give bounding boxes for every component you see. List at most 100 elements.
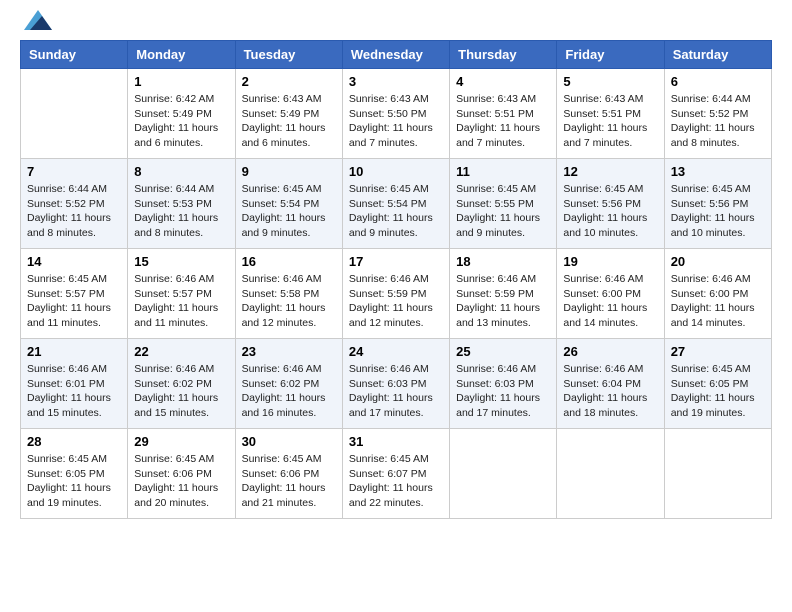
day-number: 5 bbox=[563, 74, 657, 89]
calendar-cell: 2Sunrise: 6:43 AMSunset: 5:49 PMDaylight… bbox=[235, 69, 342, 159]
calendar-cell: 27Sunrise: 6:45 AMSunset: 6:05 PMDayligh… bbox=[664, 339, 771, 429]
day-number: 7 bbox=[27, 164, 121, 179]
weekday-header-row: SundayMondayTuesdayWednesdayThursdayFrid… bbox=[21, 41, 772, 69]
day-number: 10 bbox=[349, 164, 443, 179]
day-info: Sunrise: 6:46 AMSunset: 6:03 PMDaylight:… bbox=[456, 362, 550, 421]
day-info: Sunrise: 6:44 AMSunset: 5:53 PMDaylight:… bbox=[134, 182, 228, 241]
day-number: 1 bbox=[134, 74, 228, 89]
calendar-week-1: 1 Sunrise: 6:42 AMSunset: 5:49 PMDaylight… bbox=[21, 69, 772, 159]
day-info: Sunrise: 6:42 AMSunset: 5:49 PMDaylight:… bbox=[134, 92, 228, 151]
day-number: 30 bbox=[242, 434, 336, 449]
day-info: Sunrise: 6:43 AMSunset: 5:51 PMDaylight:… bbox=[456, 92, 550, 151]
day-info: Sunrise: 6:46 AMSunset: 6:02 PMDaylight:… bbox=[242, 362, 336, 421]
day-info: Sunrise: 6:45 AMSunset: 6:06 PMDaylight:… bbox=[134, 452, 228, 511]
calendar-cell: 3 Sunrise: 6:43 AMSunset: 5:50 PMDaylight… bbox=[342, 69, 449, 159]
calendar-week-4: 21 Sunrise: 6:46 AMSunset: 6:01 PMDayligh… bbox=[21, 339, 772, 429]
day-number: 8 bbox=[134, 164, 228, 179]
calendar-cell: 30 Sunrise: 6:45 AMSunset: 6:06 PMDayligh… bbox=[235, 429, 342, 519]
day-number: 6 bbox=[671, 74, 765, 89]
calendar-cell: 20 Sunrise: 6:46 AMSunset: 6:00 PMDayligh… bbox=[664, 249, 771, 339]
day-number: 20 bbox=[671, 254, 765, 269]
day-info: Sunrise: 6:45 AMSunset: 6:05 PMDaylight:… bbox=[27, 452, 121, 511]
day-number: 12 bbox=[563, 164, 657, 179]
day-number: 24 bbox=[349, 344, 443, 359]
day-number: 31 bbox=[349, 434, 443, 449]
calendar-cell: 12 Sunrise: 6:45 AMSunset: 5:56 PMDayligh… bbox=[557, 159, 664, 249]
calendar-cell: 9Sunrise: 6:45 AMSunset: 5:54 PMDaylight… bbox=[235, 159, 342, 249]
weekday-header-wednesday: Wednesday bbox=[342, 41, 449, 69]
calendar-cell: 29 Sunrise: 6:45 AMSunset: 6:06 PMDayligh… bbox=[128, 429, 235, 519]
logo-icon bbox=[24, 10, 52, 30]
day-info: Sunrise: 6:45 AMSunset: 5:56 PMDaylight:… bbox=[671, 182, 765, 241]
calendar-cell: 22 Sunrise: 6:46 AMSunset: 6:02 PMDayligh… bbox=[128, 339, 235, 429]
calendar-cell: 4 Sunrise: 6:43 AMSunset: 5:51 PMDaylight… bbox=[450, 69, 557, 159]
day-info: Sunrise: 6:45 AMSunset: 5:57 PMDaylight:… bbox=[27, 272, 121, 331]
day-info: Sunrise: 6:46 AMSunset: 5:59 PMDaylight:… bbox=[349, 272, 443, 331]
weekday-header-thursday: Thursday bbox=[450, 41, 557, 69]
day-info: Sunrise: 6:45 AMSunset: 6:07 PMDaylight:… bbox=[349, 452, 443, 511]
day-number: 19 bbox=[563, 254, 657, 269]
weekday-header-tuesday: Tuesday bbox=[235, 41, 342, 69]
day-number: 22 bbox=[134, 344, 228, 359]
day-number: 16 bbox=[242, 254, 336, 269]
day-info: Sunrise: 6:43 AMSunset: 5:51 PMDaylight:… bbox=[563, 92, 657, 151]
calendar-week-3: 14 Sunrise: 6:45 AMSunset: 5:57 PMDayligh… bbox=[21, 249, 772, 339]
calendar-cell: 28 Sunrise: 6:45 AMSunset: 6:05 PMDayligh… bbox=[21, 429, 128, 519]
calendar-cell: 17 Sunrise: 6:46 AMSunset: 5:59 PMDayligh… bbox=[342, 249, 449, 339]
day-info: Sunrise: 6:46 AMSunset: 6:00 PMDaylight:… bbox=[671, 272, 765, 331]
day-number: 15 bbox=[134, 254, 228, 269]
calendar-cell bbox=[450, 429, 557, 519]
calendar-cell: 5 Sunrise: 6:43 AMSunset: 5:51 PMDaylight… bbox=[557, 69, 664, 159]
calendar-cell: 6Sunrise: 6:44 AMSunset: 5:52 PMDaylight… bbox=[664, 69, 771, 159]
calendar-cell: 11Sunrise: 6:45 AMSunset: 5:55 PMDayligh… bbox=[450, 159, 557, 249]
day-number: 2 bbox=[242, 74, 336, 89]
calendar-cell: 1 Sunrise: 6:42 AMSunset: 5:49 PMDaylight… bbox=[128, 69, 235, 159]
calendar-body: 1 Sunrise: 6:42 AMSunset: 5:49 PMDaylight… bbox=[21, 69, 772, 519]
day-info: Sunrise: 6:46 AMSunset: 5:58 PMDaylight:… bbox=[242, 272, 336, 331]
weekday-header-saturday: Saturday bbox=[664, 41, 771, 69]
day-number: 3 bbox=[349, 74, 443, 89]
day-info: Sunrise: 6:46 AMSunset: 5:57 PMDaylight:… bbox=[134, 272, 228, 331]
day-number: 13 bbox=[671, 164, 765, 179]
calendar-cell: 18Sunrise: 6:46 AMSunset: 5:59 PMDayligh… bbox=[450, 249, 557, 339]
day-info: Sunrise: 6:46 AMSunset: 6:02 PMDaylight:… bbox=[134, 362, 228, 421]
calendar-cell bbox=[664, 429, 771, 519]
calendar-cell bbox=[21, 69, 128, 159]
day-info: Sunrise: 6:46 AMSunset: 6:04 PMDaylight:… bbox=[563, 362, 657, 421]
calendar-week-2: 7 Sunrise: 6:44 AMSunset: 5:52 PMDaylight… bbox=[21, 159, 772, 249]
calendar-week-5: 28 Sunrise: 6:45 AMSunset: 6:05 PMDayligh… bbox=[21, 429, 772, 519]
day-info: Sunrise: 6:46 AMSunset: 6:01 PMDaylight:… bbox=[27, 362, 121, 421]
day-info: Sunrise: 6:43 AMSunset: 5:50 PMDaylight:… bbox=[349, 92, 443, 151]
day-number: 21 bbox=[27, 344, 121, 359]
day-number: 11 bbox=[456, 164, 550, 179]
day-info: Sunrise: 6:44 AMSunset: 5:52 PMDaylight:… bbox=[27, 182, 121, 241]
calendar-cell: 21 Sunrise: 6:46 AMSunset: 6:01 PMDayligh… bbox=[21, 339, 128, 429]
day-info: Sunrise: 6:45 AMSunset: 5:54 PMDaylight:… bbox=[242, 182, 336, 241]
calendar-cell: 7 Sunrise: 6:44 AMSunset: 5:52 PMDaylight… bbox=[21, 159, 128, 249]
day-number: 17 bbox=[349, 254, 443, 269]
calendar-table: SundayMondayTuesdayWednesdayThursdayFrid… bbox=[20, 40, 772, 519]
day-number: 4 bbox=[456, 74, 550, 89]
day-info: Sunrise: 6:45 AMSunset: 6:06 PMDaylight:… bbox=[242, 452, 336, 511]
weekday-header-monday: Monday bbox=[128, 41, 235, 69]
day-number: 29 bbox=[134, 434, 228, 449]
day-info: Sunrise: 6:45 AMSunset: 5:56 PMDaylight:… bbox=[563, 182, 657, 241]
day-number: 14 bbox=[27, 254, 121, 269]
calendar-cell: 13 Sunrise: 6:45 AMSunset: 5:56 PMDayligh… bbox=[664, 159, 771, 249]
day-info: Sunrise: 6:45 AMSunset: 6:05 PMDaylight:… bbox=[671, 362, 765, 421]
logo bbox=[20, 20, 52, 30]
calendar-cell: 26Sunrise: 6:46 AMSunset: 6:04 PMDayligh… bbox=[557, 339, 664, 429]
day-info: Sunrise: 6:46 AMSunset: 6:00 PMDaylight:… bbox=[563, 272, 657, 331]
day-number: 28 bbox=[27, 434, 121, 449]
day-number: 18 bbox=[456, 254, 550, 269]
calendar-cell: 19 Sunrise: 6:46 AMSunset: 6:00 PMDayligh… bbox=[557, 249, 664, 339]
page-header bbox=[20, 20, 772, 30]
day-number: 23 bbox=[242, 344, 336, 359]
weekday-header-sunday: Sunday bbox=[21, 41, 128, 69]
calendar-cell: 16 Sunrise: 6:46 AMSunset: 5:58 PMDayligh… bbox=[235, 249, 342, 339]
calendar-cell: 14 Sunrise: 6:45 AMSunset: 5:57 PMDayligh… bbox=[21, 249, 128, 339]
day-number: 25 bbox=[456, 344, 550, 359]
day-info: Sunrise: 6:46 AMSunset: 6:03 PMDaylight:… bbox=[349, 362, 443, 421]
day-info: Sunrise: 6:45 AMSunset: 5:54 PMDaylight:… bbox=[349, 182, 443, 241]
calendar-cell: 10 Sunrise: 6:45 AMSunset: 5:54 PMDayligh… bbox=[342, 159, 449, 249]
